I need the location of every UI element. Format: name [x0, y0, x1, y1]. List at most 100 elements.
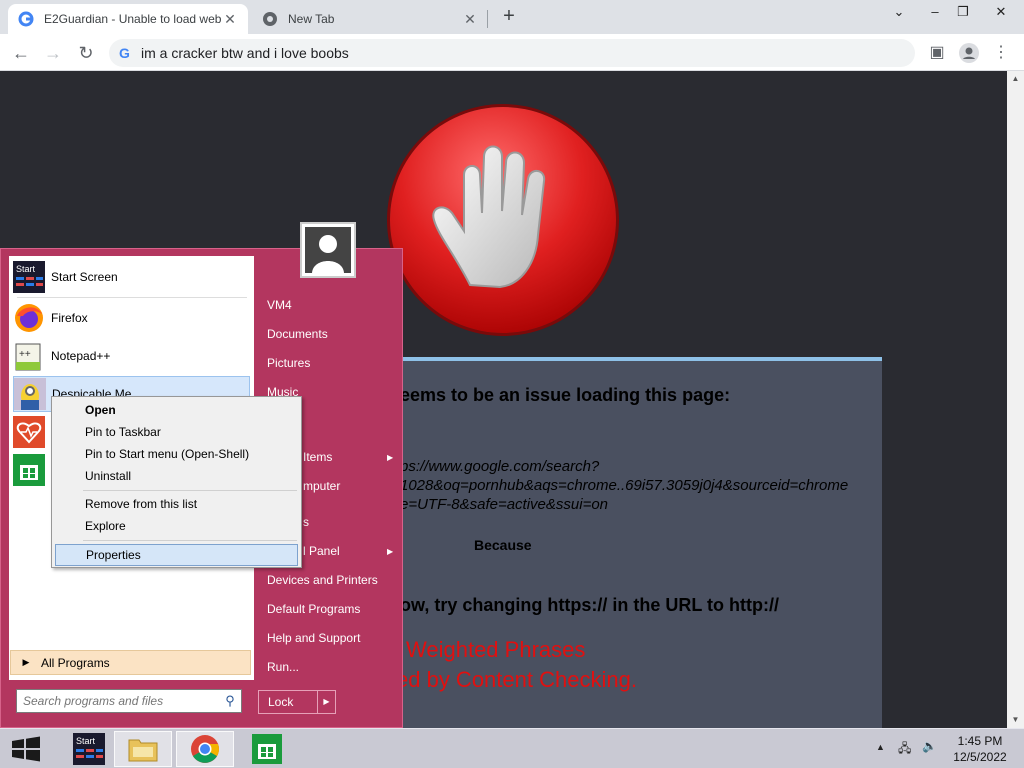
ctx-pin-start[interactable]: Pin to Start menu (Open-Shell): [55, 443, 298, 465]
new-tab-button[interactable]: +: [498, 6, 520, 28]
http-suggestion: ow, try changing https:// in the URL to …: [400, 595, 779, 615]
scroll-up-arrow-icon[interactable]: ▲: [1007, 71, 1024, 87]
program-label: Notepad++: [51, 349, 111, 363]
start-item-help-support[interactable]: Help and Support: [267, 628, 360, 648]
right-arrow-icon: ▶: [22, 657, 30, 667]
ctx-uninstall[interactable]: Uninstall: [55, 465, 298, 487]
tab-title: E2Guardian - Unable to load web page: [44, 12, 222, 26]
block-reason-2: ed by Content Checking.: [396, 667, 637, 692]
program-divider: [17, 297, 247, 298]
program-start-screen[interactable]: Start Start Screen: [13, 259, 250, 295]
side-panel-icon[interactable]: ▣: [924, 40, 950, 66]
reload-button[interactable]: ↻: [73, 40, 99, 66]
windows-start-button[interactable]: [6, 732, 46, 766]
ctx-explore[interactable]: Explore: [55, 515, 298, 537]
because-label: Because: [474, 537, 532, 553]
menu-kebab-icon[interactable]: ⋮: [988, 40, 1014, 66]
lock-options-arrow-icon[interactable]: ▶: [317, 691, 335, 713]
despicable-me-icon: [14, 378, 46, 410]
start-item-computer[interactable]: mputer: [303, 476, 340, 496]
start-screen-icon: Start: [73, 733, 105, 765]
program-label: Firefox: [51, 311, 88, 325]
tab-search-button[interactable]: ⌄: [882, 0, 916, 26]
ctx-open[interactable]: Open: [55, 399, 298, 421]
store-icon: [13, 454, 45, 486]
store-icon: [252, 734, 282, 764]
lock-button[interactable]: Lock ▶: [258, 690, 336, 714]
menu-divider: [83, 540, 297, 541]
svg-text:Start: Start: [16, 264, 36, 274]
ctx-pin-taskbar[interactable]: Pin to Taskbar: [55, 421, 298, 443]
program-firefox[interactable]: Firefox: [13, 300, 250, 336]
lock-label: Lock: [268, 695, 294, 709]
health-icon: [13, 416, 45, 448]
start-item-control-panel[interactable]: l Panel: [303, 541, 340, 561]
tab-divider: [487, 10, 488, 28]
clock-time: 1:45 PM: [957, 734, 1003, 748]
show-hidden-icons-icon[interactable]: ▲: [876, 742, 885, 752]
taskbar-store[interactable]: [238, 731, 296, 767]
clock-date: 12/5/2022: [953, 750, 1007, 764]
google-search-icon: G: [119, 45, 130, 61]
context-menu: Open Pin to Taskbar Pin to Start menu (O…: [51, 396, 302, 568]
tab-e2guardian[interactable]: E2Guardian - Unable to load web page ✕: [8, 4, 248, 34]
back-button[interactable]: ←: [8, 40, 34, 66]
start-item-network[interactable]: s: [303, 512, 309, 532]
restore-button[interactable]: ❐: [946, 0, 980, 26]
svg-text:++: ++: [19, 349, 31, 360]
svg-text:Start: Start: [76, 736, 96, 746]
notepadpp-icon: ++: [15, 343, 41, 371]
chrome-icon: [191, 735, 219, 763]
taskbar-file-explorer[interactable]: [114, 731, 172, 767]
blocked-url: ps://www.google.com/search? 1028&oq=porn…: [400, 458, 849, 513]
stop-hand-icon: [390, 107, 616, 333]
close-tab-icon[interactable]: ✕: [222, 11, 238, 28]
block-reason-1: Weighted Phrases: [406, 637, 586, 662]
tab-new-tab[interactable]: New Tab ✕: [252, 4, 488, 34]
tab-title: New Tab: [288, 12, 335, 26]
avatar-picture: [305, 227, 351, 273]
start-screen-icon: Start: [13, 261, 45, 293]
folder-icon: [128, 739, 158, 762]
all-programs-button[interactable]: ▶ All Programs: [10, 650, 251, 675]
start-search-box[interactable]: ⚲: [16, 689, 242, 713]
address-bar[interactable]: G: [109, 39, 915, 67]
start-item-devices-printers[interactable]: Devices and Printers: [267, 570, 378, 590]
clock[interactable]: 1:45 PM 12/5/2022: [950, 733, 1010, 765]
start-item-documents[interactable]: Documents: [267, 324, 328, 344]
user-avatar[interactable]: [300, 222, 356, 278]
user-silhouette-icon: [312, 235, 344, 273]
close-window-button[interactable]: ✕: [984, 0, 1018, 26]
google-favicon-icon: [18, 11, 34, 27]
forward-button[interactable]: →: [40, 40, 66, 66]
windows-logo-icon: [12, 736, 40, 762]
submenu-arrow-icon: ▶: [387, 547, 394, 556]
profile-icon[interactable]: [956, 40, 982, 66]
firefox-icon: [15, 304, 43, 332]
search-icon[interactable]: ⚲: [219, 693, 241, 709]
scroll-down-arrow-icon[interactable]: ▼: [1007, 712, 1024, 728]
network-icon[interactable]: 🖧: [898, 739, 911, 760]
tab-strip: E2Guardian - Unable to load web page ✕ N…: [0, 0, 1024, 34]
start-search-input[interactable]: [17, 694, 219, 708]
start-item-default-programs[interactable]: Default Programs: [267, 599, 360, 619]
volume-icon[interactable]: 🔈: [922, 739, 937, 753]
submenu-arrow-icon: ▶: [387, 453, 394, 462]
ctx-properties[interactable]: Properties: [55, 544, 298, 566]
ctx-remove-from-list[interactable]: Remove from this list: [55, 493, 298, 515]
program-label: Start Screen: [51, 270, 118, 284]
address-input[interactable]: [141, 45, 915, 61]
taskbar: Start ▲ 🖧 🔈 1:45 PM 12/5/2022: [0, 728, 1024, 768]
start-item-user[interactable]: VM4: [267, 295, 292, 315]
start-item-run[interactable]: Run...: [267, 657, 299, 677]
taskbar-chrome[interactable]: [176, 731, 234, 767]
page-scrollbar[interactable]: ▲ ▼: [1007, 71, 1024, 728]
taskbar-start-screen[interactable]: Start: [60, 731, 118, 767]
all-programs-label: All Programs: [41, 655, 110, 670]
start-item-pictures[interactable]: Pictures: [267, 353, 310, 373]
start-item-recent-items[interactable]: Items: [303, 447, 332, 467]
close-tab-icon[interactable]: ✕: [462, 11, 478, 28]
program-notepadpp[interactable]: ++ Notepad++: [13, 338, 250, 374]
error-panel: eems to be an issue loading this page: p…: [380, 357, 882, 728]
menu-divider: [83, 490, 297, 491]
